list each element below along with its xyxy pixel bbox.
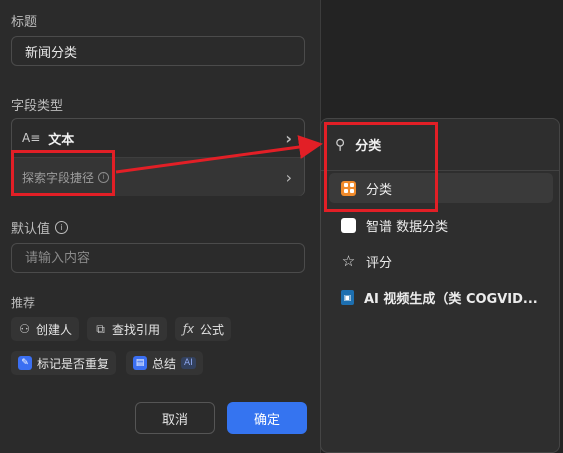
item-label: AI 视频生成（类 COGVID... — [364, 291, 538, 307]
recommend-lookup-chip[interactable]: ⧉ 查找引用 — [87, 317, 168, 341]
user-plus-icon: ⚇ — [19, 322, 30, 336]
text-type-icon: A≡ — [22, 131, 41, 145]
default-value-input[interactable] — [23, 249, 293, 267]
zhipu-icon — [341, 217, 356, 233]
chevron-right-icon: › — [285, 128, 292, 148]
recommend-creator-chip[interactable]: ⚇ 创建人 — [11, 317, 80, 341]
item-label: 评分 — [366, 255, 393, 271]
item-label: 智谱 数据分类 — [366, 219, 449, 235]
field-config-panel: 标题 字段类型 A≡ 文本 › 探索字段捷径 i › 默认值 i 推荐 ⚇ 创建… — [0, 0, 321, 453]
lookup-icon: ⧉ — [96, 321, 105, 336]
default-value-label: 默认值 — [11, 222, 51, 237]
chip-label: 公式 — [200, 322, 225, 337]
recommend-label: 推荐 — [11, 296, 36, 310]
title-input[interactable] — [23, 42, 293, 60]
video-gen-icon: ▣ — [341, 289, 354, 305]
chip-label: 查找引用 — [112, 322, 161, 337]
chip-label: 总结 — [152, 356, 177, 371]
summary-icon: ▤ — [133, 356, 147, 370]
dropdown-item-zhipu[interactable]: 智谱 数据分类 — [329, 210, 553, 240]
recommend-formula-chip[interactable]: ƒx 公式 — [175, 317, 232, 341]
title-label: 标题 — [11, 15, 38, 30]
chevron-right-icon: › — [285, 167, 292, 187]
dropdown-item-ai-video[interactable]: ▣ AI 视频生成（类 COGVID... — [329, 282, 553, 312]
cancel-button[interactable]: 取消 — [135, 402, 215, 434]
annotation-box-shortcut — [11, 150, 115, 196]
confirm-button[interactable]: 确定 — [227, 402, 307, 434]
star-icon: ☆ — [341, 252, 356, 270]
title-field[interactable] — [11, 36, 305, 66]
recommend-summary-chip[interactable]: ▤ 总结 AI — [126, 351, 203, 375]
pin-icon: ✎ — [18, 356, 32, 370]
dropdown-item-rating[interactable]: ☆ 评分 — [329, 246, 553, 276]
formula-icon: ƒx — [182, 322, 195, 336]
info-icon[interactable]: i — [55, 221, 69, 234]
chip-label: 标记是否重复 — [37, 356, 110, 371]
default-value-label-row: 默认值 i — [11, 218, 69, 237]
recommend-duplicate-chip[interactable]: ✎ 标记是否重复 — [11, 351, 117, 375]
chip-label: 创建人 — [36, 322, 73, 337]
field-type-value: 文本 — [48, 132, 75, 148]
default-value-field[interactable] — [11, 243, 305, 273]
field-type-label: 字段类型 — [11, 99, 64, 114]
ai-badge: AI — [181, 357, 196, 369]
annotation-box-dropdown — [324, 122, 438, 212]
